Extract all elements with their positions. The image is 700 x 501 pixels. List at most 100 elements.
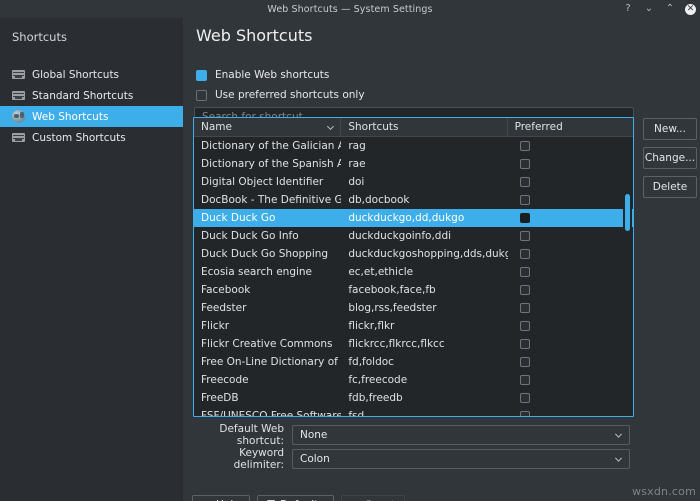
defaults-button[interactable]: Defaults [256,495,334,501]
preferred-checkbox[interactable] [519,231,530,241]
cell-shortcuts: flickr,flkr [348,320,395,332]
scrollbar-thumb[interactable] [625,194,630,231]
enable-web-shortcuts-checkbox[interactable] [196,69,207,81]
cell-shortcuts: fsd [348,410,365,417]
table-row[interactable]: FreeDB fdb,freedb [194,389,633,407]
page-title: Web Shortcuts [196,26,313,45]
cell-shortcuts: doi [348,176,365,188]
table-row[interactable]: Facebook facebook,face,fb [194,281,633,299]
sidebar: Shortcuts Global Shortcuts Standard Shor… [0,18,183,501]
sidebar-item-custom-shortcuts[interactable]: Custom Shortcuts [0,127,183,148]
globe-icon [12,110,25,123]
table-row[interactable]: Freecode fc,freecode [194,371,633,389]
table-row-selected[interactable]: Duck Duck Go duckduckgo,dd,dukgo [194,209,633,227]
table-row[interactable]: Free On-Line Dictionary of Co... fd,fold… [194,353,633,371]
column-header-name[interactable]: Name [194,118,342,136]
cell-name: Flickr [201,320,230,332]
cell-preferred [508,375,633,385]
preferred-checkbox[interactable] [519,141,530,151]
preferred-checkbox[interactable] [519,339,530,349]
table-row[interactable]: Ecosia search engine ec,et,ethicle [194,263,633,281]
table-row[interactable]: Duck Duck Go Shopping duckduckgoshopping… [194,245,633,263]
table-row[interactable]: Flickr flickr,flkr [194,317,633,335]
chevron-down-icon [614,454,623,462]
table-row[interactable]: Dictionary of the Galician Aca... rag [194,137,633,155]
preferred-checkbox[interactable] [519,177,530,187]
keyword-delimiter-select[interactable]: Colon [292,449,630,469]
cell-preferred [508,159,633,169]
preferred-checkbox[interactable] [519,393,530,403]
column-header-shortcuts[interactable]: Shortcuts [341,118,508,136]
watermark: wsxdn.com [632,485,696,498]
cell-name: Freecode [201,374,249,386]
cell-preferred [508,141,633,151]
new-button[interactable]: New... [643,118,697,140]
sidebar-item-web-shortcuts[interactable]: Web Shortcuts [0,106,183,127]
preferred-checkbox[interactable] [519,249,530,259]
table-row[interactable]: Flickr Creative Commons flickrcc,flkrcc,… [194,335,633,353]
maximize-icon[interactable]: ⌃ [664,3,676,15]
preferred-checkbox[interactable] [519,159,530,169]
cell-shortcuts: facebook,face,fb [348,284,436,296]
delete-button[interactable]: Delete [643,176,697,198]
vertical-scrollbar[interactable] [623,138,632,416]
preferred-checkbox[interactable] [519,303,530,313]
sidebar-list: Global Shortcuts Standard Shortcuts Web … [0,64,183,148]
cell-name: FSF/UNESCO Free Software Di... [201,410,342,417]
minimize-icon[interactable]: ⌄ [643,3,655,15]
enable-web-shortcuts-checkbox-row[interactable]: Enable Web shortcuts [196,69,329,81]
preferred-checkbox[interactable] [519,213,530,223]
sidebar-item-standard-shortcuts[interactable]: Standard Shortcuts [0,85,183,106]
preferred-checkbox[interactable] [519,357,530,367]
sidebar-item-global-shortcuts[interactable]: Global Shortcuts [0,64,183,85]
cell-shortcuts: ec,et,ethicle [348,266,414,278]
close-icon[interactable]: ✕ [685,3,696,15]
cell-shortcuts: duckduckgoshopping,dds,dukgoshop [348,248,507,260]
enable-web-shortcuts-label: Enable Web shortcuts [215,69,330,81]
preferred-checkbox[interactable] [519,267,530,277]
cell-preferred [508,285,633,295]
cell-preferred [508,195,633,205]
cell-name: Digital Object Identifier [201,176,324,188]
table-row[interactable]: DocBook - The Definitive Guide db,docboo… [194,191,633,209]
table-row[interactable]: FSF/UNESCO Free Software Di... fsd [194,407,633,417]
table-row[interactable]: Digital Object Identifier doi [194,173,633,191]
help-button[interactable]: Help [192,495,250,501]
preferred-checkbox[interactable] [519,195,530,205]
default-web-shortcut-select[interactable]: None [292,425,630,445]
preferred-checkbox[interactable] [519,285,530,295]
column-header-preferred[interactable]: Preferred [508,118,633,136]
cell-shortcuts: fc,freecode [348,374,408,386]
cell-name: Feedster [201,302,247,314]
sidebar-item-label: Custom Shortcuts [32,131,126,144]
default-web-shortcut-label: Default Web shortcut: [219,423,284,447]
use-preferred-only-checkbox[interactable] [196,89,207,101]
cell-name: Duck Duck Go Shopping [201,248,329,260]
chevron-down-icon [614,430,623,438]
cell-preferred [508,213,633,223]
use-preferred-only-checkbox-row[interactable]: Use preferred shortcuts only [196,89,365,101]
change-button[interactable]: Change... [643,147,697,169]
shortcuts-table: Name Shortcuts Preferred Dictionary of t… [193,117,634,417]
table-row[interactable]: Duck Duck Go Info duckduckgoinfo,ddi [194,227,633,245]
cell-preferred [508,357,633,367]
system-settings-window: Web Shortcuts — System Settings ? ⌄ ⌃ ✕ … [0,0,700,501]
preferred-checkbox[interactable] [519,411,530,416]
dialog-buttons: Help Defaults Reset [192,495,406,501]
cell-shortcuts: rae [348,158,366,170]
cell-name: Dictionary of the Galician Aca... [201,140,341,152]
keyword-delimiter-row: Keyword delimiter: Colon [191,447,630,471]
sidebar-title: Shortcuts [12,30,67,44]
titlebar: Web Shortcuts — System Settings ? ⌄ ⌃ ✕ [0,0,700,18]
cell-shortcuts: fdb,freedb [348,392,403,404]
column-header-preferred-label: Preferred [514,121,563,133]
table-row[interactable]: Feedster blog,rss,feedster [194,299,633,317]
cell-shortcuts: db,docbook [348,194,410,206]
cell-name: Free On-Line Dictionary of Co... [201,356,341,368]
preferred-checkbox[interactable] [519,375,530,385]
use-preferred-only-label: Use preferred shortcuts only [215,89,365,101]
preferred-checkbox[interactable] [519,321,530,331]
help-icon[interactable]: ? [622,3,634,15]
cell-preferred [508,339,633,349]
table-row[interactable]: Dictionary of the Spanish Aca... rae [194,155,633,173]
